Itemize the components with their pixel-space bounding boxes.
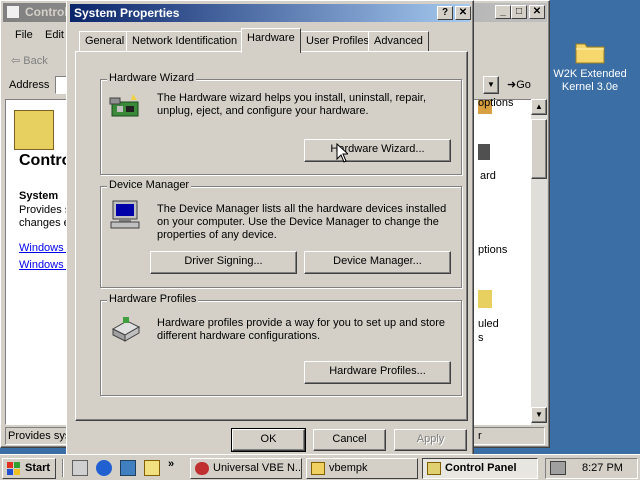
taskbar-divider — [62, 459, 64, 477]
system-properties-dialog: System Properties ? ✕ General Network Id… — [66, 0, 474, 458]
control-panel-folder-icon — [14, 110, 54, 150]
scroll-down-button[interactable]: ▼ — [531, 407, 547, 423]
task-vbempk[interactable]: vbempk — [306, 458, 418, 479]
device-manager-title: Device Manager — [107, 179, 192, 191]
start-button[interactable]: Start — [2, 458, 56, 479]
applet-label-1[interactable]: options — [478, 97, 513, 109]
system-tray: 8:27 PM — [545, 458, 638, 479]
address-label: Address — [9, 79, 50, 91]
close-button[interactable]: ✕ — [529, 5, 545, 19]
hardware-wizard-description: The Hardware wizard helps you install, u… — [157, 92, 427, 117]
taskbar: Start » Universal VBE N... vbempk Contro… — [0, 454, 640, 480]
applet-icon-2 — [478, 144, 490, 160]
hardware-wizard-button[interactable]: Hardware Wizard... — [304, 139, 451, 162]
desktop-icon-w2k-kernel[interactable]: W2K Extended Kernel 3.0e — [552, 40, 628, 94]
desktop-icon-label: W2K Extended Kernel 3.0e — [553, 68, 627, 93]
task-universal-vbe[interactable]: Universal VBE N... — [190, 458, 302, 479]
back-arrow-icon: ⇦ — [11, 55, 21, 67]
hardware-profiles-button[interactable]: Hardware Profiles... — [304, 361, 451, 384]
back-button[interactable]: ⇦ Back — [11, 54, 48, 67]
status-text: Provides sys — [8, 430, 71, 442]
scroll-thumb[interactable] — [531, 119, 547, 179]
help-button[interactable]: ? — [437, 6, 453, 20]
applet-icon-4 — [478, 290, 492, 308]
show-desktop-icon[interactable] — [72, 460, 88, 476]
hardware-profiles-group: Hardware Profiles Hardware profiles prov… — [100, 293, 462, 396]
scroll-up-button[interactable]: ▲ — [531, 99, 547, 115]
applet-label-5[interactable]: s — [478, 332, 484, 344]
hardware-profiles-title: Hardware Profiles — [107, 293, 199, 305]
device-manager-description: The Device Manager lists all the hardwar… — [157, 203, 447, 241]
driver-signing-button[interactable]: Driver Signing... — [150, 251, 297, 274]
tab-hardware[interactable]: Hardware — [241, 28, 301, 53]
minimize-button[interactable]: _ — [495, 5, 511, 19]
vertical-scrollbar[interactable]: ▲ ▼ — [531, 99, 547, 425]
folder-icon — [575, 40, 605, 64]
address-dropdown-button[interactable]: ▼ — [483, 76, 499, 94]
go-arrow-icon: ➜ — [507, 79, 517, 91]
hardware-profiles-icon — [109, 315, 143, 346]
maximize-button[interactable]: □ — [511, 5, 527, 19]
device-manager-button[interactable]: Device Manager... — [304, 251, 451, 274]
go-button[interactable]: ➜Go — [507, 78, 531, 91]
windows-logo-icon — [7, 462, 21, 475]
tray-hardware-icon[interactable] — [550, 461, 566, 475]
hardware-tab-panel: Hardware Wizard The Hardware wizard help… — [75, 51, 468, 421]
control-panel-icon — [427, 462, 441, 475]
mouse-cursor-icon — [336, 142, 350, 166]
tab-advanced[interactable]: Advanced — [368, 31, 429, 51]
dialog-title: System Properties — [74, 6, 180, 20]
menu-file[interactable]: File — [15, 29, 33, 41]
applet-label-3[interactable]: ptions — [478, 244, 507, 256]
system-description-line-2: changes e — [19, 217, 70, 229]
hardware-wizard-icon — [109, 92, 143, 125]
dialog-close-button[interactable]: ✕ — [455, 6, 471, 20]
system-section-title: System — [19, 190, 59, 202]
search-icon[interactable] — [144, 460, 160, 476]
apply-button[interactable]: Apply — [394, 429, 467, 451]
applet-label-4[interactable]: uled — [478, 318, 499, 330]
network-icon[interactable] — [120, 460, 136, 476]
computer-icon — [109, 199, 143, 234]
hardware-wizard-title: Hardware Wizard — [107, 72, 196, 84]
internet-explorer-icon[interactable] — [96, 460, 112, 476]
menu-edit[interactable]: Edit — [45, 29, 64, 41]
ok-button[interactable]: OK — [231, 428, 306, 452]
task-control-panel[interactable]: Control Panel — [422, 458, 538, 479]
quicklaunch-more-button[interactable]: » — [168, 458, 174, 470]
dialog-titlebar[interactable]: System Properties ? ✕ — [70, 4, 471, 22]
windows-2000-link[interactable]: Windows 2 — [19, 259, 73, 271]
control-panel-app-icon — [6, 5, 20, 19]
applet-label-2[interactable]: ard — [480, 170, 496, 182]
device-manager-group: Device Manager The Device Manager lists … — [100, 179, 462, 288]
hardware-wizard-group: Hardware Wizard The Hardware wizard help… — [100, 72, 462, 175]
status-text-right: r — [478, 430, 482, 442]
hardware-profiles-description: Hardware profiles provide a way for you … — [157, 317, 445, 342]
cancel-button[interactable]: Cancel — [313, 429, 386, 451]
tab-user-profiles[interactable]: User Profiles — [300, 31, 375, 51]
tab-general[interactable]: General — [79, 31, 131, 51]
folder-icon — [311, 462, 325, 475]
tab-network-identification[interactable]: Network Identification — [126, 31, 244, 51]
vbe-app-icon — [195, 462, 209, 475]
clock[interactable]: 8:27 PM — [582, 462, 623, 474]
